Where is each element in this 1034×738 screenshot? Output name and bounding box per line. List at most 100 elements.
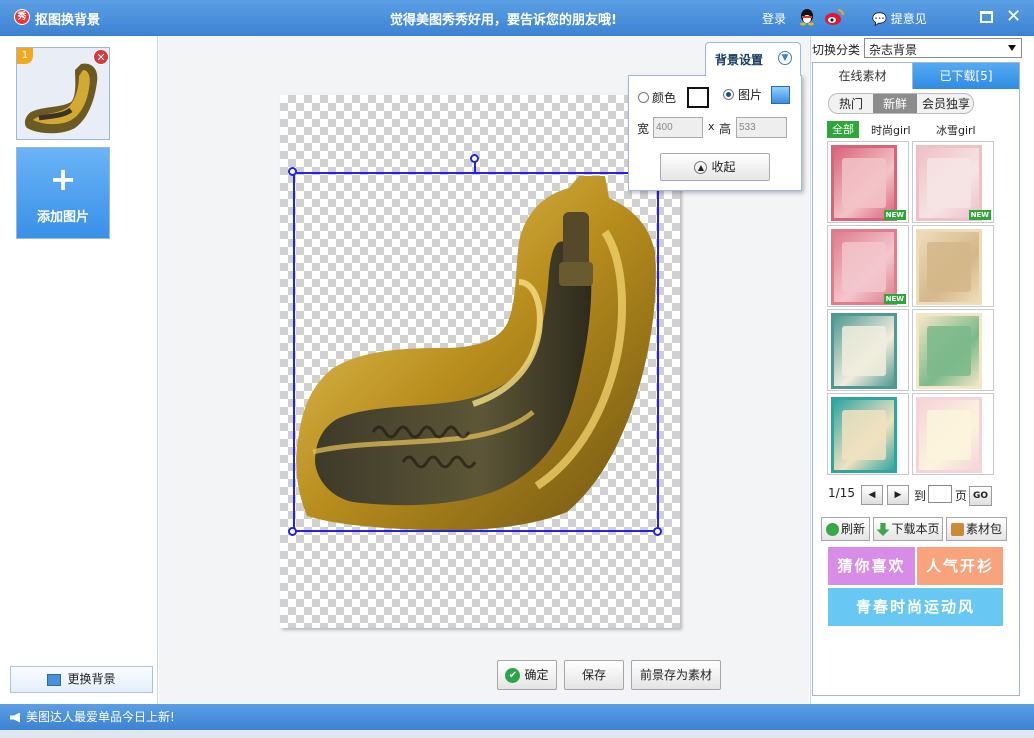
rotate-handle[interactable] [470,154,479,163]
material-thumb-pink-floral-frame[interactable] [912,393,994,475]
app-logo-icon: 秀 [14,9,30,25]
image-thumbnail[interactable]: 1 ✕ [16,47,110,140]
promo-popular-cardigan[interactable]: 人气开衫 [917,547,1003,585]
tab-downloaded[interactable]: 已下载[5] [913,63,1019,89]
resize-handle-bottom-right[interactable] [653,527,662,536]
status-message[interactable]: 美图达人最爱单品今日上新! [26,710,175,724]
material-thumb-teal-border-frame[interactable] [827,393,909,475]
filter-snow-girl[interactable]: 冰雪girl [936,122,976,138]
window-title: 抠图换背景 [35,13,101,28]
save-button[interactable]: 保存 [564,660,624,690]
chat-bubble-icon: 💬 [872,12,887,26]
resize-handle-top-left[interactable] [288,167,297,176]
refresh-label: 刷新 [840,522,865,536]
save-foreground-button[interactable]: 前景存为素材 [631,660,721,690]
sort-tab-new[interactable]: 新鲜 [873,94,917,113]
refresh-icon [825,523,839,536]
height-label: 高 [719,122,732,136]
delete-thumbnail-icon[interactable]: ✕ [93,49,109,65]
change-background-label: 更换背景 [67,672,116,686]
material-thumb-ice-cream-poster-1[interactable]: NEW [827,141,909,223]
selection-box[interactable] [293,172,659,532]
download-page-button[interactable]: 下载本页 [873,517,943,541]
confirm-button[interactable]: ✔ 确定 [497,660,557,690]
window-bottom-edge [0,730,1034,738]
page-number-input[interactable] [928,485,952,503]
color-radio[interactable] [638,92,649,103]
material-preview-image [916,397,982,473]
height-input[interactable] [736,117,787,138]
add-image-label: 添加图片 [36,210,89,225]
resize-handle-bottom-left[interactable] [288,527,297,536]
material-preview-inner [842,326,886,376]
weibo-icon[interactable] [824,8,844,26]
category-select[interactable]: 杂志背景 [864,38,1022,58]
qq-icon[interactable] [798,8,816,26]
promo-youth-sport[interactable]: 青春时尚运动风 [828,588,1003,626]
rotate-handle-stem [474,162,476,173]
chevron-down-icon[interactable]: ▼ [778,51,792,65]
download-page-label: 下载本页 [891,522,940,536]
background-settings-tab[interactable]: 背景设置 ▼ [705,42,801,76]
material-preview-image [916,229,982,305]
image-radio-label: 图片 [738,88,763,102]
go-button[interactable]: GO [969,486,992,506]
material-pack-button[interactable]: 素材包 [946,517,1007,541]
category-value: 杂志背景 [869,43,918,57]
image-radio[interactable] [723,89,734,100]
chevron-up-icon: ▲ [694,161,708,174]
times-label: x [708,120,715,133]
pager: 1/15 [828,486,855,500]
material-preview-inner [927,410,971,460]
tab-online-materials[interactable]: 在线素材 [813,63,913,89]
refresh-button[interactable]: 刷新 [821,517,870,541]
pick-image-icon[interactable] [771,86,790,104]
sort-tab-members[interactable]: 会员独享 [917,94,973,113]
sort-tabs: 热门 新鲜 会员独享 [828,93,974,114]
close-icon[interactable]: ✕ [1006,6,1021,27]
collapse-button[interactable]: ▲ 收起 [660,153,770,181]
change-background-button[interactable]: 更换背景 [10,666,153,693]
material-grid: NEW NEW NEW [827,141,997,477]
material-preview-image [831,397,897,473]
slogan-text: 觉得美图秀秀好用，要告诉您的朋友哦! [390,13,617,28]
thumbnail-image [24,63,98,134]
material-thumb-delicious-poster[interactable]: NEW [827,225,909,307]
material-thumb-ice-cream-poster-2[interactable]: NEW [912,141,994,223]
collapse-label: 收起 [711,160,736,174]
next-page-icon[interactable]: ▶ [887,485,909,505]
new-badge: NEW [968,210,991,220]
color-radio-label: 颜色 [652,91,677,105]
feedback-label: 提意见 [890,12,927,26]
background-settings-label: 背景设置 [715,53,764,67]
thumbnail-index-badge: 1 [17,48,33,64]
new-badge: NEW [883,294,906,304]
new-badge: NEW [883,210,906,220]
maximize-icon[interactable] [980,11,993,23]
sort-tab-hot[interactable]: 热门 [829,94,873,113]
width-label: 宽 [637,122,650,136]
page-suffix-label: 页 [955,489,968,503]
goto-label: 到 [914,489,927,503]
category-label: 切换分类 [812,43,861,57]
feedback-link[interactable]: 💬 提意见 [872,10,927,27]
title-bar: 秀 抠图换背景 觉得美图秀秀好用，要告诉您的朋友哦! 登录 💬 提意见 ✕ [0,0,1034,36]
confirm-label: 确定 [524,668,549,682]
color-swatch[interactable] [687,87,709,108]
login-link[interactable]: 登录 [762,10,786,27]
material-preview-image [916,313,982,389]
material-thumb-floral-teal-frame[interactable] [827,309,909,391]
plus-icon: + [49,160,77,198]
width-input[interactable] [653,117,703,138]
material-thumb-oval-vintage-frame[interactable] [912,309,994,391]
filter-fashion-girl[interactable]: 时尚girl [871,122,911,138]
filter-all[interactable]: 全部 [827,121,859,138]
material-thumb-beige-frame-lace[interactable] [912,225,994,307]
download-icon [876,523,890,536]
prev-page-icon[interactable]: ◀ [861,485,883,505]
dropdown-arrow-icon [1008,45,1016,51]
material-preview-inner [927,326,971,376]
promo-guess-you-like[interactable]: 猜你喜欢 [828,547,915,585]
add-image-button[interactable]: + 添加图片 [16,147,110,239]
speaker-icon [10,712,20,723]
